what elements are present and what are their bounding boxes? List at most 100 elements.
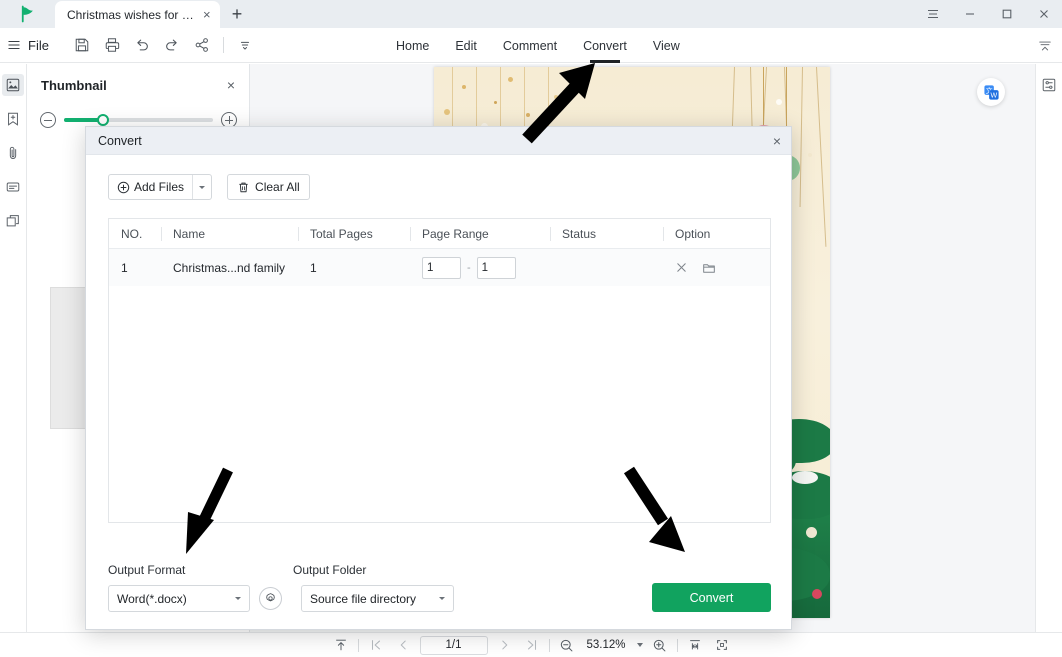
statusbar-divider-3 — [676, 638, 678, 652]
collapse-ribbon-icon[interactable] — [1032, 28, 1058, 63]
tab-view[interactable]: View — [653, 28, 680, 63]
cell-no: 1 — [121, 260, 128, 275]
zoom-out-icon[interactable] — [40, 112, 56, 128]
print-icon[interactable] — [97, 30, 127, 60]
hamburger-menu-icon[interactable] — [2, 28, 26, 63]
thumbnail-panel-header: Thumbnail × — [28, 64, 249, 106]
slider-handle[interactable] — [96, 114, 109, 126]
output-folder-select[interactable]: Source file directory — [301, 585, 454, 612]
range-dash: - — [467, 261, 471, 274]
clear-all-label: Clear All — [255, 180, 300, 194]
footer-labels: Output Format Output Folder — [108, 563, 771, 577]
output-folder-label: Output Folder — [293, 563, 367, 577]
column-header-option: Option — [663, 219, 768, 249]
properties-panel-icon[interactable] — [1038, 74, 1060, 96]
page-range-to-input[interactable]: 1 — [476, 256, 516, 279]
translate-icon: 文 W — [983, 84, 999, 100]
tab-convert[interactable]: Convert — [583, 28, 627, 63]
dialog-close-icon[interactable]: × — [773, 133, 781, 149]
prev-page-icon[interactable] — [393, 635, 413, 655]
left-icon-rail — [0, 64, 27, 632]
close-icon[interactable] — [675, 261, 688, 274]
status-bar: 1/1 53.12% — [0, 632, 1062, 657]
cell-name: Christmas...nd family — [173, 260, 286, 275]
column-header-no: NO. — [121, 226, 143, 241]
plus-circle-icon — [117, 181, 130, 193]
trash-icon — [239, 182, 248, 192]
app-menu-icon[interactable] — [914, 0, 951, 28]
column-header-status: Status — [550, 219, 663, 249]
window-controls — [914, 0, 1062, 28]
add-files-dropdown-arrow[interactable] — [193, 175, 211, 199]
output-format-label: Output Format — [108, 563, 186, 577]
document-tab[interactable]: Christmas wishes for frie... × — [55, 1, 220, 28]
zoom-out-icon[interactable] — [557, 635, 577, 655]
app-logo — [0, 0, 55, 28]
next-page-icon[interactable] — [495, 635, 515, 655]
dialog-body: Add Files Clear All NO. Name Total Pages… — [86, 155, 791, 629]
right-icon-rail — [1035, 64, 1062, 632]
file-menu-button[interactable]: File — [26, 38, 59, 53]
more-icon[interactable] — [230, 30, 260, 60]
tab-home[interactable]: Home — [396, 28, 429, 63]
format-settings-button[interactable] — [259, 587, 282, 610]
add-files-button[interactable]: Add Files — [109, 175, 192, 199]
thumbnail-panel-title: Thumbnail — [41, 77, 107, 93]
save-icon[interactable] — [67, 30, 97, 60]
fullscreen-icon[interactable] — [712, 635, 732, 655]
ribbon-menu: Home Edit Comment Convert View — [396, 28, 680, 63]
file-list-table: NO. Name Total Pages Page Range Status O… — [108, 218, 771, 523]
statusbar-divider-2 — [548, 638, 550, 652]
output-folder-value: Source file directory — [310, 591, 417, 606]
gear-icon — [266, 593, 275, 602]
thumbnail-zoom-slider[interactable] — [64, 114, 213, 126]
thumbnail-icon[interactable] — [2, 74, 24, 96]
tab-comment[interactable]: Comment — [503, 28, 557, 63]
undo-icon[interactable] — [127, 30, 157, 60]
maximize-icon[interactable] — [988, 0, 1025, 28]
tab-close-icon[interactable]: × — [203, 8, 211, 21]
close-window-icon[interactable] — [1025, 0, 1062, 28]
fit-page-icon[interactable] — [331, 635, 351, 655]
bookmark-add-icon[interactable] — [2, 108, 24, 130]
page-number-input[interactable]: 1/1 — [419, 635, 488, 655]
dialog-action-row: Add Files Clear All — [108, 174, 769, 200]
fit-width-icon[interactable] — [685, 635, 705, 655]
document-tab-label: Christmas wishes for frie... — [67, 7, 195, 22]
output-format-select[interactable]: Word(*.docx) — [108, 585, 250, 612]
dialog-header: Convert × — [86, 127, 791, 155]
attachment-icon[interactable] — [2, 142, 24, 164]
close-icon[interactable]: × — [227, 77, 235, 93]
output-format-value: Word(*.docx) — [117, 591, 187, 606]
last-page-icon[interactable] — [522, 635, 542, 655]
table-row[interactable]: 1 Christmas...nd family 1 1 - 1 — [109, 249, 770, 286]
layers-icon[interactable] — [2, 210, 24, 232]
cell-option — [663, 261, 768, 275]
title-bar: Christmas wishes for frie... × + — [0, 0, 1062, 28]
chevron-down-icon[interactable] — [636, 643, 643, 647]
zoom-in-icon[interactable] — [650, 635, 670, 655]
cell-status — [550, 249, 663, 286]
add-files-label: Add Files — [134, 180, 185, 194]
dialog-footer: Output Format Output Folder Word(*.docx) — [108, 563, 771, 612]
table-header-row: NO. Name Total Pages Page Range Status O… — [109, 219, 770, 249]
page-range-from-input[interactable]: 1 — [422, 256, 461, 279]
redo-icon[interactable] — [157, 30, 187, 60]
convert-button[interactable]: Convert — [652, 583, 771, 612]
folder-icon[interactable] — [702, 261, 716, 275]
minimize-icon[interactable] — [951, 0, 988, 28]
new-tab-button[interactable]: + — [220, 1, 254, 28]
zoom-level-value[interactable]: 53.12% — [584, 639, 625, 651]
flag-icon — [21, 5, 33, 23]
clear-all-button[interactable]: Clear All — [227, 174, 310, 200]
dialog-title: Convert — [98, 133, 142, 148]
share-icon[interactable] — [187, 30, 217, 60]
tab-edit[interactable]: Edit — [455, 28, 477, 63]
statusbar-divider — [357, 638, 359, 652]
annotation-icon[interactable] — [2, 176, 24, 198]
chevron-down-icon — [235, 597, 241, 600]
svg-text:W: W — [990, 91, 997, 99]
application-window: Christmas wishes for frie... × + File Ho… — [0, 0, 1062, 657]
first-page-icon[interactable] — [366, 635, 386, 655]
translate-button[interactable]: 文 W — [977, 78, 1005, 106]
